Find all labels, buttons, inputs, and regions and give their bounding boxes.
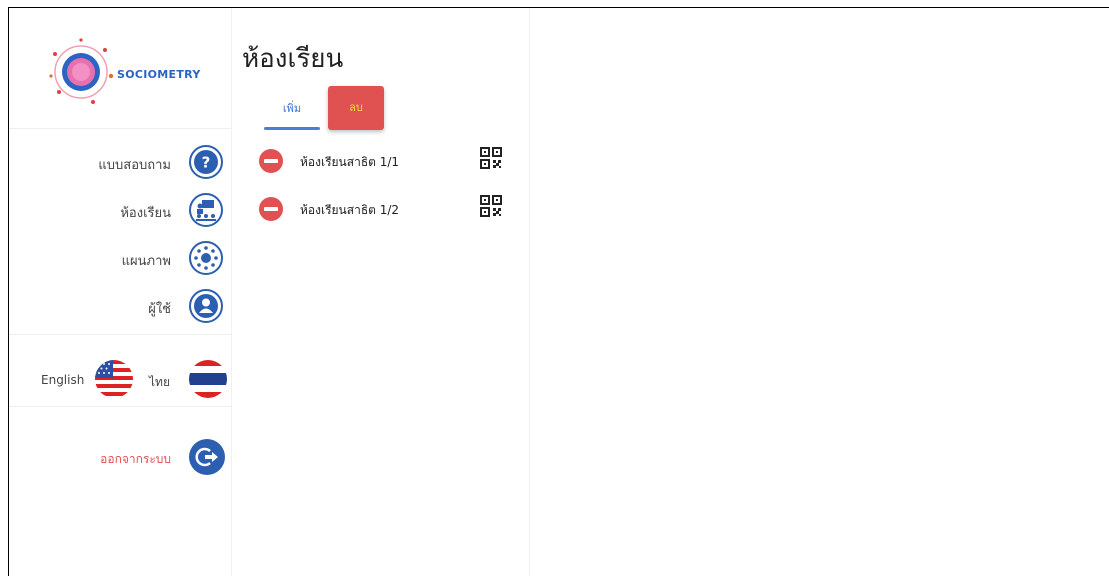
sidebar: SOCIOMETRY แบบสอบถาม ? ห้องเรียน แผนภาพ … [9,8,231,576]
classroom-name[interactable]: ห้องเรียนสาธิต 1/1 [300,153,399,172]
add-button[interactable]: เพิ่ม [264,88,320,130]
sidebar-item-classroom[interactable]: ห้องเรียน [9,190,231,230]
network-icon [189,241,223,275]
question-icon: ? [189,145,223,179]
list-item: ห้องเรียนสาธิต 1/1 [256,146,506,176]
user-icon [189,289,223,323]
detail-area [530,8,1108,576]
sidebar-item-diagram[interactable]: แผนภาพ [9,238,231,278]
sidebar-item-label: ผู้ใช้ [148,302,171,317]
list-item: ห้องเรียนสาธิต 1/2 [256,194,506,224]
sidebar-item-label: แผนภาพ [121,254,171,269]
qr-code-icon[interactable] [480,147,502,169]
logo-icon [49,38,114,104]
english-label: English [41,373,85,387]
divider [9,128,231,129]
divider [9,406,231,407]
app-logo: SOCIOMETRY [45,32,215,112]
sidebar-item-users[interactable]: ผู้ใช้ [9,286,231,326]
page-title: ห้องเรียน [242,44,344,74]
divider [9,334,231,335]
classroom-panel: ห้องเรียน เพิ่ม ลบ ห้องเรียนสาธิต 1/1 ห้… [232,8,529,576]
app-frame: SOCIOMETRY แบบสอบถาม ? ห้องเรียน แผนภาพ … [8,7,1109,576]
logout-icon [189,439,225,475]
qr-code-icon[interactable] [480,195,502,217]
remove-icon[interactable] [259,197,283,221]
sidebar-item-label: ห้องเรียน [120,206,171,221]
active-tab-indicator [264,127,320,130]
delete-button[interactable]: ลบ [328,86,384,130]
sidebar-item-questionnaire[interactable]: แบบสอบถาม ? [9,142,231,182]
logo-text: SOCIOMETRY [117,68,201,81]
us-flag-icon[interactable] [95,360,133,398]
thai-flag-icon[interactable] [189,360,227,398]
remove-icon[interactable] [259,149,283,173]
thai-label: ไทย [149,375,170,389]
classroom-icon [189,193,223,227]
logout-label: ออกจากระบบ [100,452,171,466]
language-switcher: English ไทย [9,357,231,402]
logout-button[interactable]: ออกจากระบบ [9,438,231,478]
svg-text:?: ? [202,154,211,172]
sidebar-item-label: แบบสอบถาม [98,158,171,173]
classroom-name[interactable]: ห้องเรียนสาธิต 1/2 [300,201,399,220]
